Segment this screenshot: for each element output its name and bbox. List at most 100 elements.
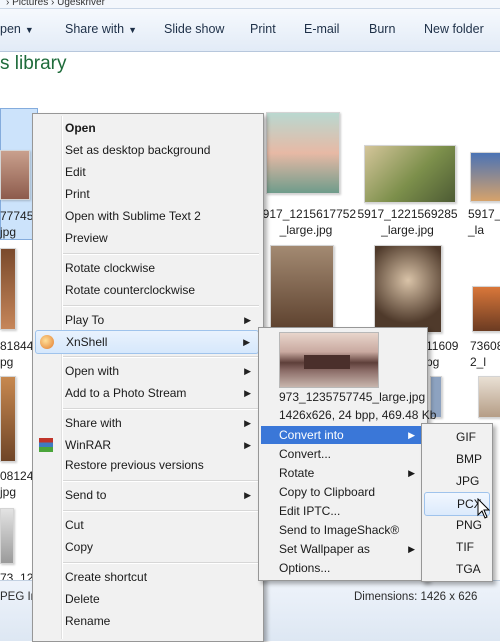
new-folder-button[interactable]: New folder [424, 22, 484, 36]
winrar-icon [39, 438, 53, 452]
menu-item-open[interactable]: Open [35, 117, 259, 139]
menu-item-label: Create shortcut [65, 570, 148, 584]
menu-item-winrar[interactable]: WinRAR ▶ [35, 434, 259, 456]
breadcrumb[interactable]: › Pictures › Ugeskriver [0, 0, 500, 9]
thumbnail-image[interactable] [472, 286, 500, 332]
chevron-down-icon: ▼ [128, 25, 137, 35]
thumbnail-label-line: _large.jpg [381, 223, 434, 237]
menu-item-label: Play To [65, 313, 105, 327]
menu-item-share-with[interactable]: Share with ▶ [35, 412, 259, 434]
menu-item-send-to[interactable]: Send to ▶ [35, 484, 259, 506]
thumbnail-image[interactable] [0, 248, 16, 330]
thumbnail-image[interactable] [0, 150, 30, 200]
menu-item-preview[interactable]: Preview [35, 227, 259, 249]
format-label: BMP [456, 452, 483, 466]
menu-item-rotate-counterclockwise[interactable]: Rotate counterclockwise [35, 279, 259, 301]
thumbnail-label-line: pg [426, 355, 440, 369]
thumbnail-label: 73608 2_l [470, 338, 500, 370]
menu-item-xnshell[interactable]: XnShell ▶ [35, 330, 259, 354]
menu-item-send-to-imageshack[interactable]: Send to ImageShack® [261, 521, 423, 539]
submenu-arrow-icon: ▶ [243, 337, 250, 347]
open-button[interactable]: pen ▼ [0, 22, 34, 36]
menu-item-set-wallpaper-as[interactable]: Set Wallpaper as ▶ [261, 540, 423, 558]
thumbnail-label: 08124 jpg [0, 468, 33, 500]
preview-info: 1426x626, 24 bpp, 469.48 Kb [279, 408, 437, 422]
menu-item-label: Rename [65, 614, 111, 628]
menu-item-open-with[interactable]: Open with ▶ [35, 360, 259, 382]
format-jpg[interactable]: JPG [424, 470, 488, 492]
context-menu: Open Set as desktop background Edit Prin… [32, 113, 264, 642]
submenu-arrow-icon: ▶ [244, 315, 251, 325]
menu-item-create-shortcut[interactable]: Create shortcut [35, 566, 259, 588]
open-button-label: pen [0, 22, 21, 36]
submenu-arrow-icon: ▶ [408, 544, 415, 554]
menu-item-label: Edit IPTC... [279, 504, 341, 518]
menu-item-label: Options... [279, 561, 331, 575]
thumbnail-label-line: 2_l [470, 355, 487, 369]
menu-item-open-with-sublime[interactable]: Open with Sublime Text 2 [35, 205, 259, 227]
thumbnail-image[interactable] [478, 376, 500, 418]
menu-item-print[interactable]: Print [35, 183, 259, 205]
menu-item-label: Share with [65, 416, 122, 430]
format-bmp[interactable]: BMP [424, 448, 488, 470]
email-button[interactable]: E-mail [304, 22, 339, 36]
menu-item-play-to[interactable]: Play To ▶ [35, 309, 259, 331]
share-with-label: Share with [65, 22, 125, 36]
format-label: JPG [456, 474, 480, 488]
menu-item-edit-iptc[interactable]: Edit IPTC... [261, 502, 423, 520]
format-tif[interactable]: TIF [424, 536, 488, 558]
thumbnail-label-line: 81844 [0, 339, 34, 353]
menu-item-edit[interactable]: Edit [35, 161, 259, 183]
format-gif[interactable]: GIF [424, 426, 488, 448]
menu-item-label: Copy [65, 540, 94, 554]
menu-separator [63, 408, 259, 410]
thumbnail-image[interactable] [0, 376, 16, 462]
format-label: TGA [456, 562, 481, 576]
submenu-arrow-icon: ▶ [244, 366, 251, 376]
thumbnail-image[interactable] [470, 152, 500, 202]
thumbnail-label-line: 08124 [0, 469, 34, 483]
slide-show-button[interactable]: Slide show [164, 22, 224, 36]
menu-item-label: WinRAR [65, 438, 112, 452]
thumbnail-label: 5917_ _la [468, 206, 500, 238]
menu-item-label: Set Wallpaper as [279, 542, 370, 556]
share-with-button[interactable]: Share with ▼ [65, 22, 137, 36]
thumbnail-image[interactable] [374, 245, 442, 333]
preview-filename: 973_1235757745_large.jpg [279, 390, 426, 404]
menu-item-copy[interactable]: Copy [35, 536, 259, 558]
menu-item-add-to-photo-stream[interactable]: Add to a Photo Stream ▶ [35, 382, 259, 404]
burn-button[interactable]: Burn [369, 22, 395, 36]
menu-separator [63, 562, 259, 564]
menu-item-set-desktop-background[interactable]: Set as desktop background [35, 139, 259, 161]
format-tga[interactable]: TGA [424, 558, 488, 580]
dimensions-text: Dimensions: 1426 x 626 [354, 591, 478, 603]
format-label: GIF [456, 430, 476, 444]
menu-item-convert-into[interactable]: Convert into ▶ [261, 426, 423, 444]
menu-item-rename[interactable]: Rename [35, 610, 259, 632]
menu-item-copy-to-clipboard[interactable]: Copy to Clipboard [261, 483, 423, 501]
menu-item-cut[interactable]: Cut [35, 514, 259, 536]
menu-item-label: Open with [65, 364, 120, 378]
menu-item-convert[interactable]: Convert... [261, 445, 423, 463]
format-label: TIF [456, 540, 474, 554]
library-title: s library [0, 53, 67, 74]
menu-item-label: Print [65, 187, 90, 201]
menu-item-delete[interactable]: Delete [35, 588, 259, 610]
thumbnail-label: 5917_1215617752 _large.jpg [256, 206, 356, 238]
thumbnail-label-line: pg [0, 355, 14, 369]
menu-item-options[interactable]: Options... [261, 559, 423, 577]
thumbnail-image[interactable] [364, 145, 456, 203]
menu-separator [63, 510, 259, 512]
menu-item-rotate-clockwise[interactable]: Rotate clockwise [35, 257, 259, 279]
menu-item-label: Copy to Clipboard [279, 485, 376, 499]
menu-item-rotate[interactable]: Rotate ▶ [261, 464, 423, 482]
print-button[interactable]: Print [250, 22, 276, 36]
submenu-arrow-icon: ▶ [408, 430, 415, 440]
submenu-arrow-icon: ▶ [408, 468, 415, 478]
menu-item-restore-previous-versions[interactable]: Restore previous versions [35, 454, 259, 476]
menu-item-label: Add to a Photo Stream [65, 386, 187, 400]
menu-item-label: XnShell [66, 335, 108, 349]
thumbnail-image[interactable] [266, 112, 340, 194]
thumbnail-image[interactable] [0, 508, 14, 564]
thumbnail-image[interactable] [270, 245, 334, 333]
